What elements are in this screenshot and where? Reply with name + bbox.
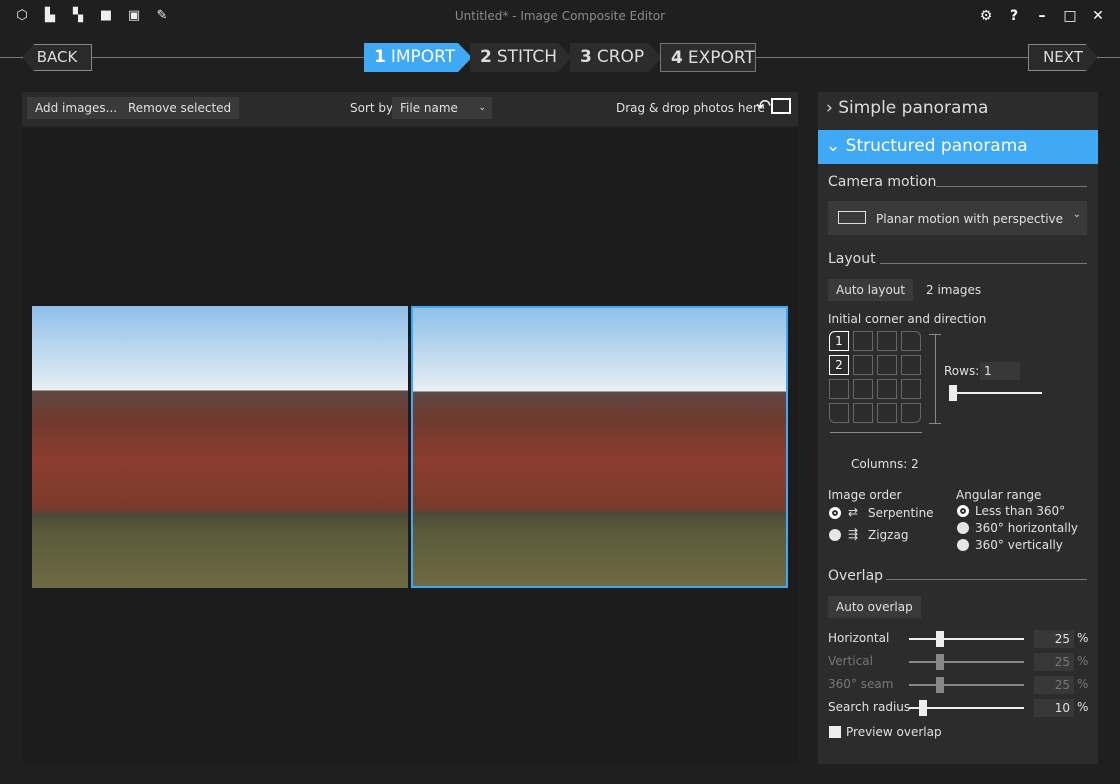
preview-overlap-label: Preview overlap	[846, 725, 942, 739]
camera-motion-value: Planar motion with perspective	[876, 212, 1064, 226]
window-title: Untitled* - Image Composite Editor	[454, 9, 666, 23]
corner-cell[interactable]	[877, 355, 897, 375]
corner-cell[interactable]: 1	[829, 331, 849, 351]
percent-unit: %	[1077, 677, 1089, 691]
help-icon[interactable]: ?	[1003, 6, 1025, 26]
columns-dimension-arrow	[830, 432, 922, 433]
step-crop[interactable]: 3 CROP	[570, 43, 662, 72]
overlap-heading: Overlap	[828, 568, 884, 584]
overlap-slider-thumb[interactable]	[935, 631, 944, 647]
preview-overlap-checkbox[interactable]	[829, 726, 841, 738]
rows-slider-thumb[interactable]	[949, 385, 957, 401]
overlap-slider-thumb[interactable]	[935, 654, 944, 670]
planar-motion-icon	[838, 211, 866, 224]
sort-by-select[interactable]: File name ⌄	[392, 97, 492, 119]
add-images-button[interactable]: Add images...	[27, 97, 126, 119]
simple-panorama-header[interactable]: › Simple panorama	[818, 92, 1098, 126]
less-than-360-label: Less than 360°	[975, 504, 1066, 518]
auto-layout-button[interactable]: Auto layout	[828, 279, 914, 301]
overlap-value-input[interactable]: 25	[1034, 653, 1074, 671]
corner-cell[interactable]	[901, 379, 921, 399]
back-button[interactable]: BACK	[22, 44, 92, 71]
camera-motion-select[interactable]: Planar motion with perspective ⌄	[828, 201, 1087, 235]
zigzag-icon: ⇶	[848, 527, 859, 541]
overlap-slider-label: Vertical	[828, 654, 873, 668]
360-vertical-label: 360° vertically	[975, 538, 1063, 552]
rows-dimension-arrow	[929, 334, 941, 424]
sort-by-value: File name	[400, 101, 458, 115]
corner-cell[interactable]	[877, 331, 897, 351]
divider	[936, 186, 1087, 187]
overlap-value-input[interactable]: 10	[1034, 699, 1074, 717]
serpentine-radio[interactable]	[829, 507, 841, 519]
step-stitch[interactable]: 2 STITCH	[470, 43, 572, 72]
serpentine-label: Serpentine	[868, 506, 934, 520]
settings-icon[interactable]: ⚙	[975, 6, 997, 26]
corner-grid[interactable]: 12	[829, 331, 921, 423]
overlap-slider-thumb[interactable]	[918, 700, 927, 716]
overlap-slider-label: 360° seam	[828, 677, 894, 691]
overlap-slider[interactable]	[909, 661, 1024, 663]
image-count: 2 images	[926, 283, 982, 297]
corner-cell[interactable]	[829, 379, 849, 399]
rows-label: Rows:	[944, 364, 980, 378]
chevron-down-icon: ⌄	[478, 103, 486, 113]
percent-unit: %	[1077, 631, 1089, 645]
divider	[886, 579, 1087, 580]
image-thumbnail[interactable]	[32, 306, 408, 588]
overlap-slider-label: Search radius	[828, 700, 911, 714]
layout-heading: Layout	[828, 251, 876, 267]
corner-cell[interactable]	[853, 355, 873, 375]
auto-overlap-button[interactable]: Auto overlap	[828, 596, 921, 618]
minimize-icon[interactable]: –	[1031, 6, 1053, 26]
structured-panorama-header[interactable]: ⌄ Structured panorama	[818, 130, 1098, 164]
next-button[interactable]: NEXT	[1028, 44, 1098, 71]
overlap-slider-label: Horizontal	[828, 631, 890, 645]
sort-by-label: Sort by	[350, 101, 394, 115]
corner-cell[interactable]	[853, 403, 873, 423]
360-horizontal-radio[interactable]	[957, 522, 969, 534]
zigzag-label: Zigzag	[868, 528, 909, 542]
corner-cell[interactable]	[853, 331, 873, 351]
overlap-slider[interactable]	[909, 684, 1024, 686]
corner-cell[interactable]	[877, 379, 897, 399]
overlap-value-input[interactable]: 25	[1034, 676, 1074, 694]
remove-selected-button[interactable]: Remove selected	[120, 97, 240, 119]
divider	[880, 263, 1087, 264]
less-than-360-radio[interactable]	[957, 505, 969, 517]
close-icon[interactable]: ✕	[1087, 6, 1109, 26]
zigzag-radio[interactable]	[829, 529, 841, 541]
initial-corner-label: Initial corner and direction	[828, 312, 987, 326]
percent-unit: %	[1077, 700, 1089, 714]
drag-drop-icon: ↶	[756, 96, 794, 120]
percent-unit: %	[1077, 654, 1089, 668]
corner-cell[interactable]	[877, 403, 897, 423]
image-order-heading: Image order	[828, 488, 902, 502]
corner-cell[interactable]	[829, 403, 849, 423]
step-import[interactable]: 1 IMPORT	[364, 43, 472, 72]
camera-motion-heading: Camera motion	[828, 174, 937, 190]
corner-cell[interactable]	[853, 379, 873, 399]
drag-drop-hint: Drag & drop photos here	[616, 101, 765, 115]
overlap-slider[interactable]	[909, 638, 1024, 640]
rows-input[interactable]: 1	[980, 362, 1020, 380]
corner-cell[interactable]	[901, 355, 921, 375]
maximize-icon[interactable]: □	[1059, 6, 1081, 26]
overlap-value-input[interactable]: 25	[1034, 630, 1074, 648]
corner-cell[interactable]	[901, 403, 921, 423]
columns-label: Columns: 2	[851, 457, 919, 471]
image-thumbnail-selected[interactable]	[411, 306, 788, 588]
corner-cell[interactable]	[901, 331, 921, 351]
step-export[interactable]: 4 EXPORT	[660, 43, 756, 72]
360-horizontal-label: 360° horizontally	[975, 521, 1079, 535]
corner-cell[interactable]: 2	[829, 355, 849, 375]
rows-slider[interactable]	[952, 392, 1042, 394]
overlap-slider-thumb[interactable]	[935, 677, 944, 693]
chevron-down-icon: ⌄	[1072, 209, 1081, 220]
angular-range-heading: Angular range	[956, 488, 1042, 502]
360-vertical-radio[interactable]	[957, 539, 969, 551]
serpentine-icon: ⇄	[848, 505, 859, 519]
